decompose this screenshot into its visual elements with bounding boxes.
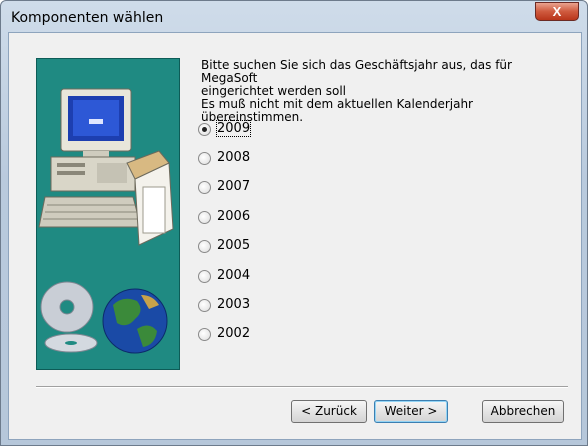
dialog-window: Komponenten wählen X Bitte suchen Sie si… [0,0,588,446]
radio-button[interactable] [198,211,211,224]
radio-year-2002[interactable]: 2002 [198,326,268,344]
close-button[interactable]: X [535,2,579,21]
radio-label[interactable]: 2008 [217,150,250,165]
radio-year-2008[interactable]: 2008 [198,150,268,168]
title-bar[interactable]: Komponenten wählen X [1,1,587,33]
computer-globe-icon [38,88,174,354]
radio-year-2005[interactable]: 2005 [198,238,268,256]
radio-button[interactable] [198,299,211,312]
radio-button[interactable] [198,240,211,253]
radio-button[interactable] [198,328,211,341]
radio-label[interactable]: 2007 [217,179,250,194]
radio-year-2009[interactable]: 2009 [198,120,268,139]
next-button[interactable]: Weiter > [374,400,448,423]
close-icon: X [552,4,562,19]
radio-year-2006[interactable]: 2006 [198,209,268,227]
radio-label[interactable]: 2006 [217,209,250,224]
radio-button-selected[interactable] [198,123,211,136]
separator-line [36,386,568,388]
window-title: Komponenten wählen [11,10,164,26]
radio-label[interactable]: 2005 [217,238,250,253]
dialog-body: Bitte suchen Sie sich das Geschäftsjahr … [8,32,582,440]
radio-button[interactable] [198,152,211,165]
instruction-text: Bitte suchen Sie sich das Geschäftsjahr … [201,58,512,124]
radio-label[interactable]: 2009 [215,120,252,137]
radio-label[interactable]: 2002 [217,326,250,341]
setup-illustration [36,58,180,370]
radio-label[interactable]: 2003 [217,297,250,312]
back-button[interactable]: < Zurück [291,400,367,423]
radio-year-2004[interactable]: 2004 [198,268,268,286]
radio-label[interactable]: 2004 [217,268,250,283]
radio-button[interactable] [198,181,211,194]
radio-button[interactable] [198,270,211,283]
cancel-button[interactable]: Abbrechen [482,400,564,423]
radio-year-2007[interactable]: 2007 [198,179,268,197]
radio-year-2003[interactable]: 2003 [198,297,268,315]
